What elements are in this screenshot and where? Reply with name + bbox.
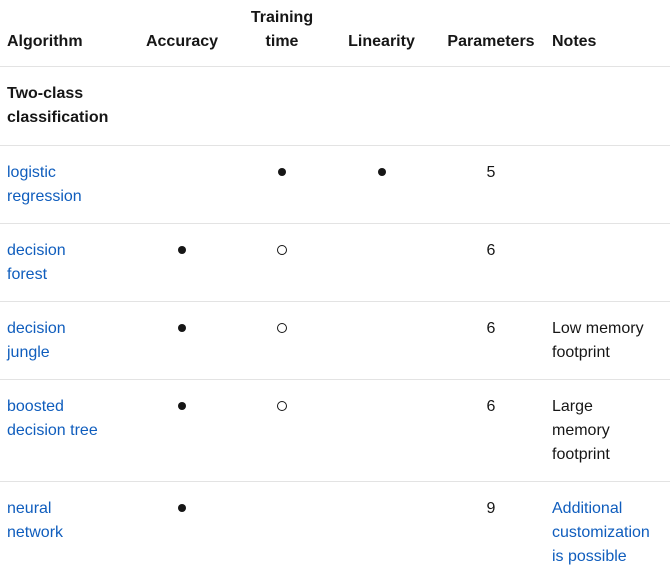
open-dot-icon: [277, 323, 287, 333]
notes-cell: [551, 146, 670, 224]
algorithm-link[interactable]: boosted decision tree: [7, 395, 117, 443]
table-row: boosted decision tree 6Large memory footp…: [0, 380, 670, 482]
header-training-time: Training time: [232, 0, 332, 67]
accuracy-cell: [132, 224, 232, 302]
header-accuracy: Accuracy: [132, 0, 232, 67]
filled-dot-icon: [178, 402, 186, 410]
training-time-cell: [232, 380, 332, 482]
algorithm-cell: decision forest: [0, 224, 132, 302]
notes-link[interactable]: Additional customization is possible: [552, 497, 652, 569]
notes-text: Large memory footprint: [552, 395, 622, 467]
table-row: logistic regression 5: [0, 146, 670, 224]
parameters-cell: 5: [431, 146, 551, 224]
group-empty-cell: [431, 67, 551, 146]
open-dot-icon: [277, 401, 287, 411]
linearity-cell: [332, 482, 431, 583]
accuracy-cell: [132, 146, 232, 224]
header-linearity: Linearity: [332, 0, 431, 67]
group-label: Two-class classification: [0, 67, 132, 146]
algorithm-link[interactable]: logistic regression: [7, 161, 87, 209]
notes-cell: [551, 224, 670, 302]
filled-dot-icon: [378, 168, 386, 176]
linearity-cell: [332, 302, 431, 380]
parameters-cell: 6: [431, 380, 551, 482]
table-header-row: Algorithm Accuracy Training time Lineari…: [0, 0, 670, 67]
algorithm-cell: decision jungle: [0, 302, 132, 380]
accuracy-cell: [132, 302, 232, 380]
linearity-cell: [332, 146, 431, 224]
training-time-cell: [232, 146, 332, 224]
group-empty-cell: [132, 67, 232, 146]
training-time-cell: [232, 482, 332, 583]
linearity-cell: [332, 224, 431, 302]
accuracy-cell: [132, 380, 232, 482]
training-time-cell: [232, 224, 332, 302]
algorithm-link[interactable]: decision jungle: [7, 317, 87, 365]
algorithm-link[interactable]: decision forest: [7, 239, 87, 287]
filled-dot-icon: [178, 324, 186, 332]
linearity-cell: [332, 380, 431, 482]
notes-text: Low memory footprint: [552, 317, 652, 365]
open-dot-icon: [277, 245, 287, 255]
filled-dot-icon: [178, 504, 186, 512]
notes-cell: Additional customization is possible: [551, 482, 670, 583]
algorithm-cell: boosted decision tree: [0, 380, 132, 482]
notes-cell: Large memory footprint: [551, 380, 670, 482]
table-row: neural network 9Additional customization …: [0, 482, 670, 583]
group-empty-cell: [551, 67, 670, 146]
header-parameters: Parameters: [431, 0, 551, 67]
algorithm-cell: logistic regression: [0, 146, 132, 224]
algorithm-link[interactable]: neural network: [7, 497, 87, 545]
parameters-cell: 9: [431, 482, 551, 583]
header-algorithm: Algorithm: [0, 0, 132, 67]
notes-cell: Low memory footprint: [551, 302, 670, 380]
training-time-cell: [232, 302, 332, 380]
group-label-text: Two-class classification: [7, 82, 117, 130]
table-row: decision forest 6: [0, 224, 670, 302]
algorithm-comparison-table: Algorithm Accuracy Training time Lineari…: [0, 0, 670, 583]
algorithm-cell: neural network: [0, 482, 132, 583]
parameters-cell: 6: [431, 224, 551, 302]
filled-dot-icon: [278, 168, 286, 176]
header-notes: Notes: [551, 0, 670, 67]
group-row: Two-class classification: [0, 67, 670, 146]
group-empty-cell: [332, 67, 431, 146]
accuracy-cell: [132, 482, 232, 583]
header-training-time-label: Training time: [247, 6, 317, 54]
parameters-cell: 6: [431, 302, 551, 380]
table-row: decision jungle 6Low memory footprint: [0, 302, 670, 380]
group-empty-cell: [232, 67, 332, 146]
filled-dot-icon: [178, 246, 186, 254]
